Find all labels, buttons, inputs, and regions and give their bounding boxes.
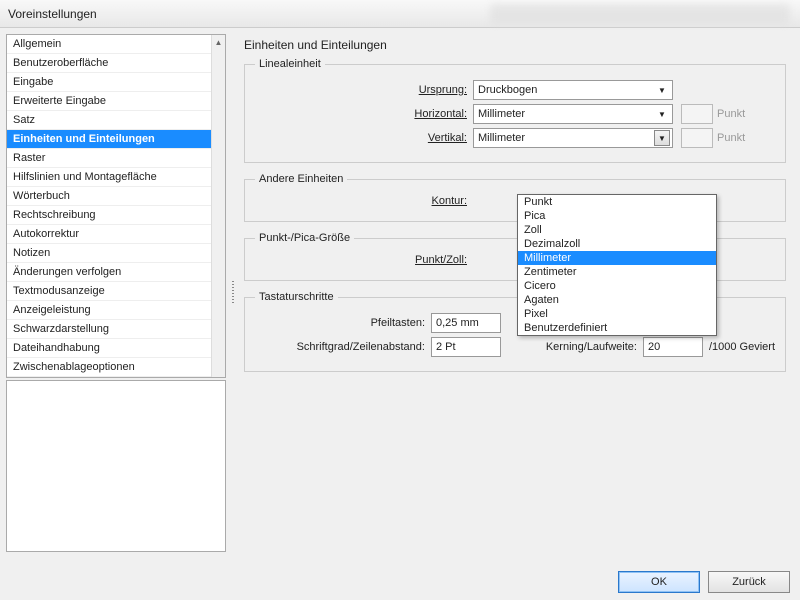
dropdown-option-zentimeter[interactable]: Zentimeter [518, 265, 716, 279]
sidebar-item-8[interactable]: Wörterbuch [7, 187, 211, 206]
group-pointpica-legend: Punkt-/Pica-Größe [255, 232, 354, 244]
label-sizeleading: Schriftgrad/Zeilenabstand: [255, 341, 425, 353]
sidebar-item-1[interactable]: Benutzeroberfläche [7, 54, 211, 73]
sidebar-item-5[interactable]: Einheiten und Einteilungen [7, 130, 211, 149]
sidebar-item-0[interactable]: Allgemein [7, 35, 211, 54]
label-arrow: Pfeiltasten: [255, 317, 425, 329]
sidebar-item-2[interactable]: Eingabe [7, 73, 211, 92]
sidebar-scrollbar[interactable]: ▲ [211, 35, 225, 377]
dropdown-option-dezimalzoll[interactable]: Dezimalzoll [518, 237, 716, 251]
input-sizeleading[interactable]: 2 Pt [431, 337, 501, 357]
sidebar-item-16[interactable]: Dateihandhabung [7, 339, 211, 358]
sidebar-item-6[interactable]: Raster [7, 149, 211, 168]
dropdown-vertical[interactable]: PunktPicaZollDezimalzollMillimeterZentim… [517, 194, 717, 336]
label-ppi: Punkt/Zoll: [255, 254, 473, 266]
label-kerning: Kerning/Laufweite: [507, 341, 637, 353]
sidebar-item-7[interactable]: Hilfslinien und Montagefläche [7, 168, 211, 187]
sidebar-preview [6, 380, 226, 552]
sidebar-item-15[interactable]: Schwarzdarstellung [7, 320, 211, 339]
sidebar-wrap: AllgemeinBenutzeroberflächeEingabeErweit… [6, 34, 226, 552]
combo-origin[interactable]: Druckbogen ▼ [473, 80, 673, 100]
horizontal-unit-label: Punkt [717, 108, 745, 120]
dropdown-option-agaten[interactable]: Agaten [518, 293, 716, 307]
sidebar-item-10[interactable]: Autokorrektur [7, 225, 211, 244]
page-title: Einheiten und Einteilungen [244, 38, 786, 52]
chevron-down-icon[interactable]: ▼ [654, 130, 670, 146]
chevron-down-icon[interactable]: ▼ [654, 82, 670, 98]
dropdown-option-pixel[interactable]: Pixel [518, 307, 716, 321]
dropdown-option-pica[interactable]: Pica [518, 209, 716, 223]
combo-horizontal-value: Millimeter [478, 108, 525, 120]
sidebar-item-11[interactable]: Notizen [7, 244, 211, 263]
label-origin: Ursprung: [255, 84, 473, 96]
group-other-legend: Andere Einheiten [255, 173, 347, 185]
sidebar-item-9[interactable]: Rechtschreibung [7, 206, 211, 225]
label-vertical: Vertikal: [255, 132, 473, 144]
ok-button[interactable]: OK [618, 571, 700, 593]
input-arrow[interactable]: 0,25 mm [431, 313, 501, 333]
scroll-arrow-up-icon[interactable]: ▲ [212, 35, 225, 49]
input-kerning[interactable]: 20 [643, 337, 703, 357]
sidebar-item-3[interactable]: Erweiterte Eingabe [7, 92, 211, 111]
back-button[interactable]: Zurück [708, 571, 790, 593]
dropdown-option-zoll[interactable]: Zoll [518, 223, 716, 237]
combo-horizontal[interactable]: Millimeter ▼ [473, 104, 673, 124]
sidebar[interactable]: AllgemeinBenutzeroberflächeEingabeErweit… [6, 34, 226, 378]
group-ruler: Linealeinheit Ursprung: Druckbogen ▼ Hor… [244, 58, 786, 163]
titlebar: Voreinstellungen [0, 0, 800, 28]
group-ruler-legend: Linealeinheit [255, 58, 325, 70]
sidebar-item-4[interactable]: Satz [7, 111, 211, 130]
sidebar-item-13[interactable]: Textmodusanzeige [7, 282, 211, 301]
window-title: Voreinstellungen [8, 7, 97, 21]
combo-vertical[interactable]: Millimeter ▼ [473, 128, 673, 148]
horizontal-unit-button[interactable] [681, 104, 713, 124]
vertical-unit-button[interactable] [681, 128, 713, 148]
titlebar-decor [490, 4, 790, 24]
sidebar-item-12[interactable]: Änderungen verfolgen [7, 263, 211, 282]
combo-vertical-value: Millimeter [478, 132, 525, 144]
label-stroke: Kontur: [255, 195, 473, 207]
dropdown-option-punkt[interactable]: Punkt [518, 195, 716, 209]
combo-origin-value: Druckbogen [478, 84, 537, 96]
dropdown-option-cicero[interactable]: Cicero [518, 279, 716, 293]
footer: OK Zurück [0, 564, 800, 600]
sidebar-item-14[interactable]: Anzeigeleistung [7, 301, 211, 320]
vertical-unit-label: Punkt [717, 132, 745, 144]
dropdown-option-millimeter[interactable]: Millimeter [518, 251, 716, 265]
group-keyboard-legend: Tastaturschritte [255, 291, 338, 303]
sidebar-item-17[interactable]: Zwischenablageoptionen [7, 358, 211, 377]
dropdown-option-benutzerdefiniert[interactable]: Benutzerdefiniert [518, 321, 716, 335]
label-horizontal: Horizontal: [255, 108, 473, 120]
kerning-suffix: /1000 Geviert [709, 341, 775, 353]
chevron-down-icon[interactable]: ▼ [654, 106, 670, 122]
